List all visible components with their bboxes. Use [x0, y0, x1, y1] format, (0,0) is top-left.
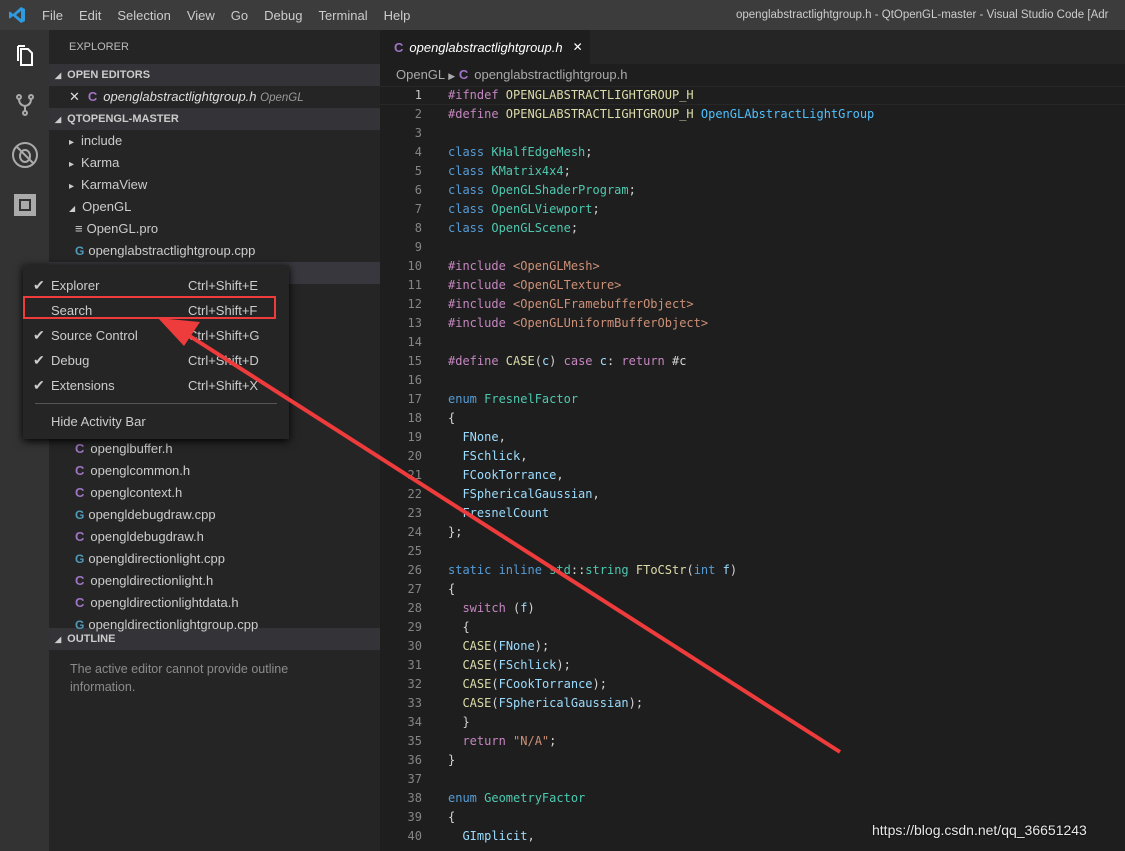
annotation-arrow: [158, 318, 842, 754]
watermark: https://blog.csdn.net/qq_36651243: [872, 822, 1087, 838]
